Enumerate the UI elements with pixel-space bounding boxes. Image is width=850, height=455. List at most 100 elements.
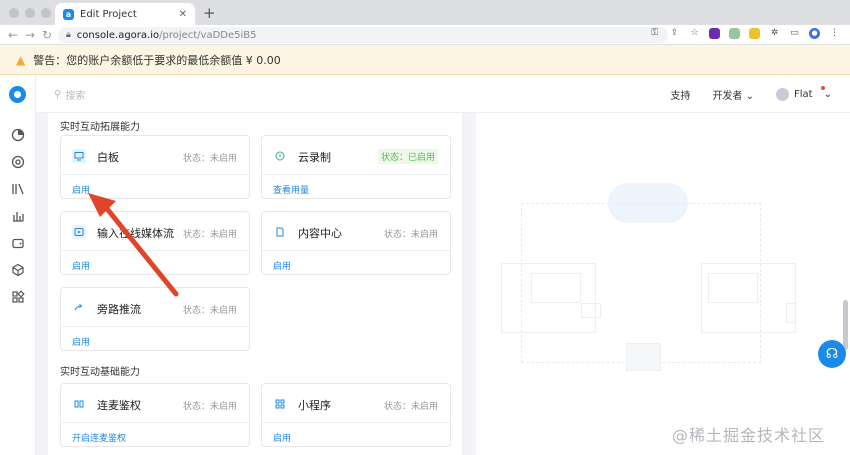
profile-icon[interactable]: ● xyxy=(809,28,820,39)
tab-title: Edit Project xyxy=(80,8,137,20)
card-whiteboard: 白板 状态：未启用 启用 xyxy=(60,135,250,199)
page-scrollbar[interactable] xyxy=(843,300,848,350)
card-divider xyxy=(262,174,450,175)
whiteboard-icon xyxy=(72,149,86,163)
play-icon xyxy=(72,225,86,239)
dashboard-icon[interactable] xyxy=(10,127,25,142)
balance-warning-banner: ▲ 警告：您的账户余额低于要求的最低余额值 ¥ 0.00 xyxy=(0,45,850,75)
reload-icon[interactable]: ↻ xyxy=(42,28,52,42)
feature-preview-panel xyxy=(476,113,850,455)
card-divider xyxy=(61,174,249,175)
co-host-icon xyxy=(72,397,86,411)
extensions-panel: 实时互动拓展能力 白板 状态：未启用 启用 云录制 状态：已启用 查看用量 输入… xyxy=(48,113,463,455)
support-chat-button[interactable]: ☊ xyxy=(818,340,846,368)
developer-label: 开发者 xyxy=(712,91,743,102)
share-arrow-icon xyxy=(72,301,86,315)
watermark: @稀土掘金技术社区 xyxy=(672,426,826,445)
enable-link[interactable]: 启用 xyxy=(72,259,90,272)
star-icon[interactable]: ☆ xyxy=(689,28,700,39)
forward-icon[interactable]: → xyxy=(25,28,35,42)
card-status-enabled: 状态：已启用 xyxy=(377,149,438,164)
url-domain: console.agora.io xyxy=(76,29,160,41)
card-name: 白板 xyxy=(97,151,119,164)
document-icon xyxy=(273,225,287,239)
enable-link[interactable]: 启用 xyxy=(72,183,90,196)
server-icon xyxy=(626,343,661,371)
card-divider xyxy=(262,422,450,423)
grid-icon xyxy=(273,397,287,411)
extension-purple-icon[interactable] xyxy=(709,28,720,39)
card-mini-program: 小程序 状态：未启用 启用 xyxy=(261,383,451,447)
chevron-down-icon: ⌄ xyxy=(745,91,755,102)
support-link[interactable]: 支持 xyxy=(670,87,690,102)
user-name: Flat xyxy=(794,89,813,100)
card-status: 状态：未启用 xyxy=(182,306,237,316)
card-status: 状态：未启用 xyxy=(383,230,438,240)
card-divider xyxy=(61,326,249,327)
book-icon[interactable] xyxy=(10,181,25,196)
card-divider xyxy=(262,250,450,251)
maximize-window-button[interactable] xyxy=(41,8,51,18)
sidebar-icon[interactable]: ▭ xyxy=(789,28,800,39)
warning-icon: ▲ xyxy=(16,52,26,67)
puzzle-icon[interactable]: ✲ xyxy=(769,28,780,39)
card-co-host-auth: 连麦鉴权 状态：未启用 开启连麦鉴权 xyxy=(60,383,250,447)
card-media-pull: 输入在线媒体流 状态：未启用 启用 xyxy=(60,211,250,275)
new-tab-icon[interactable]: + xyxy=(203,4,216,22)
extension-toolbar: ⚿ ⇪ ☆ ✲ ▭ ● ⋮ xyxy=(649,28,840,39)
extension-green-icon[interactable] xyxy=(729,28,740,39)
agora-logo-icon[interactable] xyxy=(9,86,26,103)
user-menu[interactable]: Flat ⌄ xyxy=(776,86,832,101)
wallet-icon[interactable] xyxy=(10,235,25,250)
extension-yellow-icon[interactable] xyxy=(749,28,760,39)
browser-tab-bar: a Edit Project ✕ + xyxy=(0,0,850,25)
cube-icon[interactable] xyxy=(10,262,25,277)
notification-dot xyxy=(820,86,825,90)
app-header: ⚲ 搜索 支持 开发者 ⌄ Flat ⌄ xyxy=(36,75,850,113)
bar-chart-icon[interactable] xyxy=(10,208,25,223)
headset-icon: ☊ xyxy=(825,346,839,362)
section-title-extension: 实时互动拓展能力 xyxy=(60,122,140,133)
close-window-button[interactable] xyxy=(9,8,19,18)
card-name: 连麦鉴权 xyxy=(97,399,141,412)
menu-icon[interactable]: ⋮ xyxy=(829,28,840,39)
monitor-icon xyxy=(581,303,601,318)
diagram-left-inner xyxy=(531,273,581,303)
developer-menu[interactable]: 开发者 ⌄ xyxy=(712,87,754,102)
minimize-window-button[interactable] xyxy=(25,8,35,18)
lock-icon: 🔒︎ xyxy=(66,30,71,40)
app-sidebar xyxy=(0,75,36,455)
enable-link[interactable]: 启用 xyxy=(273,259,291,272)
browser-tab[interactable]: a Edit Project ✕ xyxy=(55,3,195,25)
key-icon[interactable]: ⚿ xyxy=(649,28,660,39)
search-input[interactable]: ⚲ 搜索 xyxy=(54,87,85,102)
card-name: 输入在线媒体流 xyxy=(97,227,174,240)
enable-link[interactable]: 启用 xyxy=(72,335,90,348)
search-icon: ⚲ xyxy=(54,89,62,100)
section-title-basic: 实时互动基础能力 xyxy=(60,367,140,378)
share-icon[interactable]: ⇪ xyxy=(669,28,680,39)
at-sign-icon[interactable] xyxy=(10,154,25,169)
card-divider xyxy=(61,250,249,251)
window-controls[interactable] xyxy=(9,8,51,18)
agora-favicon-icon: a xyxy=(63,8,74,20)
url-field[interactable]: 🔒︎ console.agora.io/project/vaDDe5iB5 xyxy=(58,27,668,43)
back-icon[interactable]: ← xyxy=(8,28,18,42)
card-content-center: 内容中心 状态：未启用 启用 xyxy=(261,211,451,275)
avatar xyxy=(776,88,790,101)
enable-link[interactable]: 启用 xyxy=(273,431,291,444)
card-name: 小程序 xyxy=(298,399,331,412)
top-navigation: 支持 开发者 ⌄ Flat ⌄ xyxy=(670,86,832,102)
card-status: 状态：未启用 xyxy=(383,402,438,412)
enable-co-host-auth-link[interactable]: 开启连麦鉴权 xyxy=(72,431,126,444)
warning-text: 警告：您的账户余额低于要求的最低余额值 ¥ 0.00 xyxy=(33,53,281,67)
address-bar: ← → ↻ 🔒︎ console.agora.io/project/vaDDe5… xyxy=(0,25,850,45)
card-divider xyxy=(61,422,249,423)
diagram-right-inner xyxy=(708,273,758,303)
close-tab-icon[interactable]: ✕ xyxy=(179,9,187,20)
phone-icon xyxy=(786,303,796,323)
card-name: 内容中心 xyxy=(298,227,342,240)
card-cdn-push: 旁路推流 状态：未启用 启用 xyxy=(60,287,250,351)
apps-grid-icon[interactable] xyxy=(10,289,25,304)
view-usage-link[interactable]: 查看用量 xyxy=(273,183,309,196)
